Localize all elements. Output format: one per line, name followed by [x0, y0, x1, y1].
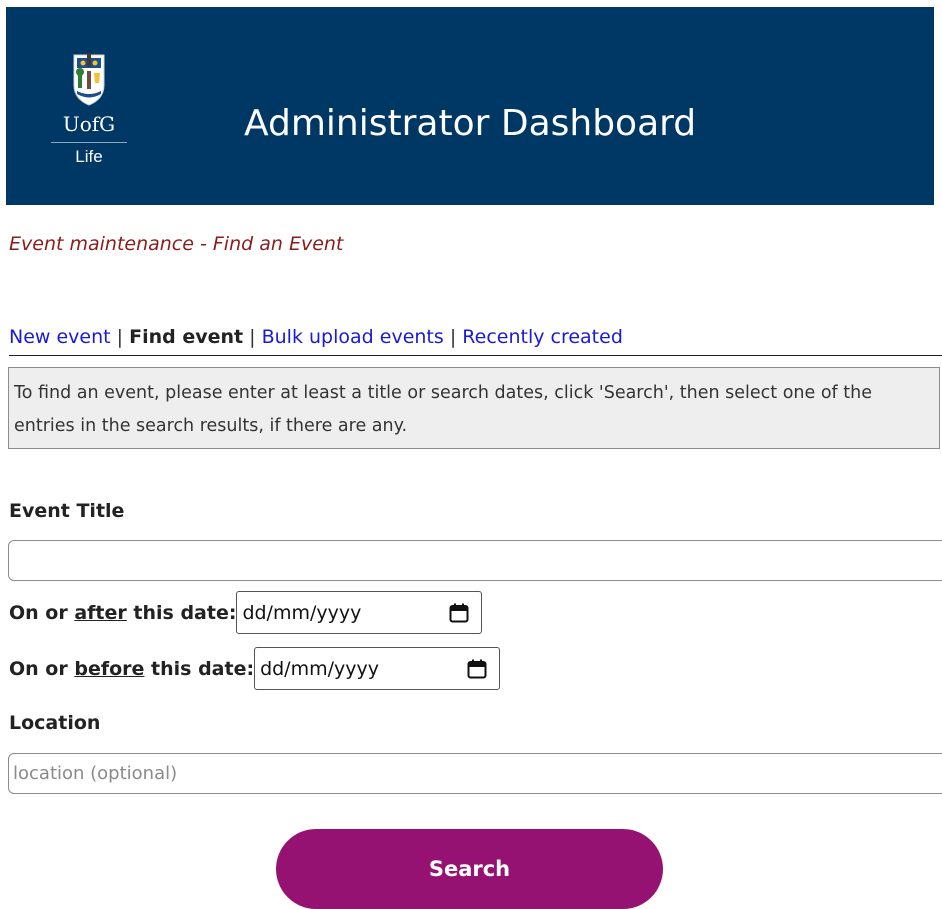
nav-separator: | [449, 326, 463, 348]
logo-subtitle: Life [75, 147, 103, 166]
nav-bulk-upload-link[interactable]: Bulk upload events [262, 326, 444, 348]
after-date-value: dd/mm/yyyy [242, 602, 362, 624]
nav-separator: | [249, 326, 262, 348]
before-date-input[interactable]: dd/mm/yyyy [254, 647, 501, 690]
instructions-box: To find an event, please enter at least … [8, 367, 940, 449]
location-label: Location [9, 712, 101, 734]
university-logo[interactable]: UofG Life [50, 51, 128, 191]
page-header: UofG Life Administrator Dashboard [6, 7, 934, 205]
after-date-label: On or after this date: [9, 601, 237, 624]
section-subtitle: Event maintenance - Find an Event [9, 233, 344, 255]
university-crest-icon [73, 53, 105, 106]
search-button[interactable]: Search [276, 829, 663, 909]
before-date-row: On or before this date: dd/mm/yyyy [9, 647, 501, 690]
nav-find-event-current: Find event [129, 326, 244, 348]
page-title: Administrator Dashboard [244, 103, 697, 144]
before-date-label: On or before this date: [9, 657, 255, 680]
after-date-input[interactable]: dd/mm/yyyy [236, 591, 483, 634]
nav-recently-created-link[interactable]: Recently created [462, 326, 623, 348]
nav-separator: | [116, 326, 130, 348]
calendar-icon[interactable] [467, 659, 487, 679]
event-title-input[interactable] [8, 540, 942, 581]
location-input[interactable] [8, 753, 942, 794]
logo-divider [51, 142, 127, 143]
calendar-icon[interactable] [449, 603, 469, 623]
logo-wordmark: UofG [62, 112, 116, 136]
event-nav: New event | Find event | Bulk upload eve… [9, 326, 942, 356]
event-title-label: Event Title [9, 500, 125, 522]
before-date-value: dd/mm/yyyy [260, 658, 379, 680]
nav-new-event-link[interactable]: New event [9, 326, 111, 348]
after-date-row: On or after this date: dd/mm/yyyy [9, 591, 483, 634]
